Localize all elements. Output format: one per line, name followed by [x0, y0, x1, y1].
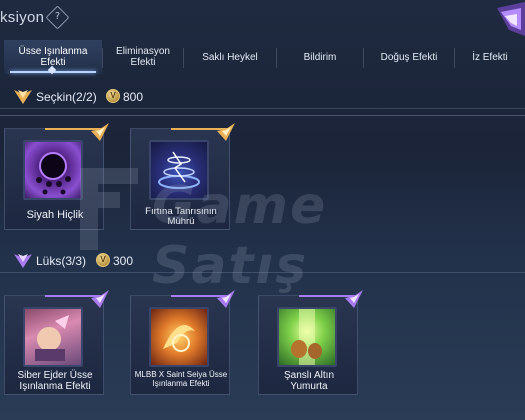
elite-rank-icon [14, 90, 32, 104]
tab-label: Saklı Heykel [202, 51, 258, 63]
tab-elimination-effect[interactable]: Eliminasyon Efekti [103, 40, 183, 74]
item-card-saint-seiya[interactable]: MLBB X Saint Seiya Üsse Işınlanma Efekti [130, 290, 235, 395]
battle-point-coin-icon [106, 89, 120, 103]
section-divider [0, 108, 525, 109]
tab-label: İz Efekti [472, 51, 508, 63]
section-header-luxury: Lüks(3/3) 300 [0, 251, 525, 271]
tab-label: Doğuş Efekti [380, 51, 438, 63]
saint-seiya-icon [149, 307, 209, 367]
black-void-icon [23, 140, 83, 200]
battle-point-coin-icon [96, 253, 110, 267]
help-glyph: ? [54, 11, 61, 22]
storm-seal-icon [149, 140, 209, 200]
elite-corner-gem-icon [91, 123, 109, 141]
luxury-corner-gem-icon [345, 290, 363, 308]
tab-trail-effect[interactable]: İz Efekti [455, 40, 525, 74]
item-card-cyber-dragon[interactable]: Siber Ejder Üsse Işınlanma Efekti [4, 290, 109, 395]
golden-egg-icon [277, 307, 337, 367]
section-header-elite: Seçkin(2/2) 800 [0, 87, 525, 107]
elite-corner-gem-icon [217, 123, 235, 141]
item-card-black-void[interactable]: Siyah Hiçlik [4, 123, 109, 230]
help-icon[interactable]: ? [45, 5, 70, 30]
luxury-corner-gem-icon [217, 290, 235, 308]
item-card-golden-egg[interactable]: Şanslı Altın Yumurta [258, 290, 363, 395]
item-name: Fırtına Tanrısının Mührü [145, 206, 217, 227]
item-name: Siyah Hiçlik [26, 209, 84, 221]
tab-spawn-effect[interactable]: Doğuş Efekti [364, 40, 454, 74]
title-bar: ksiyon ? [0, 0, 525, 36]
diamond-emblem-icon [497, 2, 525, 36]
section-divider [0, 272, 525, 273]
page-title: ksiyon [0, 9, 45, 26]
section-price: 300 [113, 254, 134, 268]
tab-label: Eliminasyon Efekti [116, 46, 170, 68]
item-name: MLBB X Saint Seiya Üsse Işınlanma Efekti [134, 370, 228, 388]
tab-notification[interactable]: Bildirim [277, 40, 363, 74]
tab-bar-divider [0, 115, 525, 116]
item-name: Siber Ejder Üsse Işınlanma Efekti [17, 370, 93, 392]
luxury-rank-icon [14, 254, 32, 268]
tab-label: Bildirim [303, 51, 337, 63]
cyber-dragon-icon [23, 307, 83, 367]
section-label: Seçkin(2/2) [36, 90, 97, 104]
section-price: 800 [123, 90, 144, 104]
item-name: Şanslı Altın Yumurta [283, 370, 335, 392]
section-label: Lüks(3/3) [36, 254, 87, 268]
tab-bar: Üsse Işınlanma Efekti Eliminasyon Efekti… [0, 40, 525, 116]
item-card-storm-seal[interactable]: Fırtına Tanrısının Mührü [130, 123, 235, 230]
luxury-corner-gem-icon [91, 290, 109, 308]
tab-label: Üsse Işınlanma Efekti [18, 46, 88, 68]
tab-hidden-statue[interactable]: Saklı Heykel [184, 40, 276, 74]
